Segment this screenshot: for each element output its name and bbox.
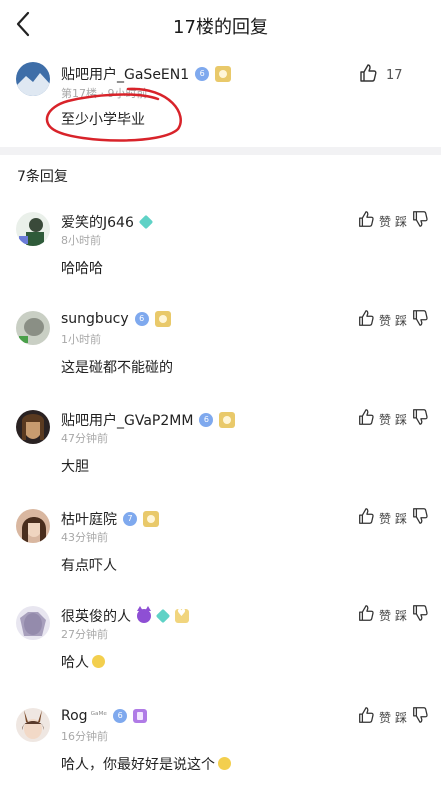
reply-actions: 赞 踩	[357, 408, 429, 430]
reply-time: 47分钟前	[61, 432, 108, 445]
emoji-icon	[218, 757, 231, 770]
reply-time: 16分钟前	[61, 730, 108, 743]
like-button[interactable]: 赞	[379, 312, 391, 329]
emoji-icon	[92, 655, 105, 668]
reply-time: 43分钟前	[61, 531, 108, 544]
level-badge: 6	[199, 413, 214, 427]
gem-badge-icon	[138, 214, 154, 230]
level-badge: 7	[123, 512, 137, 526]
reply-content: 哈人，你最好好是说这个	[61, 754, 231, 774]
dislike-button[interactable]: 踩	[395, 312, 407, 329]
username[interactable]: 枯叶庭院	[61, 509, 117, 529]
thumb-down-icon[interactable]	[411, 309, 429, 331]
like-button[interactable]: 赞	[379, 213, 391, 230]
top-bar: 17楼的回复	[0, 0, 441, 50]
level-badge: 6	[195, 67, 210, 81]
username[interactable]: 贴吧用户_GVaP2MM	[61, 410, 193, 430]
thumb-up-icon[interactable]	[357, 309, 375, 331]
red-scribble-annotation	[45, 87, 182, 142]
thumb-up-icon[interactable]	[357, 408, 375, 430]
heart-badge-icon	[175, 608, 189, 623]
dislike-button[interactable]: 踩	[395, 607, 407, 624]
gem-badge-icon	[155, 608, 171, 624]
like-button[interactable]: 赞	[379, 709, 391, 726]
member-badge-icon	[133, 709, 148, 723]
reply-content: 有点吓人	[61, 558, 117, 574]
reply-actions: 赞 踩	[357, 507, 429, 529]
list-item: 很英俊的人 27分钟前 哈人 赞 踩	[0, 599, 441, 697]
member-badge-icon	[219, 412, 236, 428]
username[interactable]: 爱笑的J646	[61, 212, 134, 232]
page-title: 17楼的回复	[173, 17, 268, 38]
dislike-button[interactable]: 踩	[395, 411, 407, 428]
dislike-button[interactable]: 踩	[395, 709, 407, 726]
thumb-down-icon[interactable]	[411, 604, 429, 626]
reply-content: 这是碰都不能碰的	[61, 360, 173, 376]
name-decoration: ᴳᵃᴹᵉ	[90, 711, 108, 721]
username[interactable]: 很英俊的人	[61, 606, 131, 626]
like-button[interactable]: 赞	[379, 607, 391, 624]
list-item: 爱笑的J646 8小时前 哈哈哈 赞 踩	[0, 205, 441, 303]
reply-actions: 赞 踩	[357, 706, 429, 728]
section-divider	[0, 147, 441, 155]
avatar[interactable]	[16, 509, 50, 543]
list-item: 贴吧用户_GVaP2MM 6 47分钟前 大胆 赞 踩	[0, 403, 441, 501]
reply-count: 7条回复	[17, 169, 68, 185]
reply-actions: 赞 踩	[357, 210, 429, 232]
level-badge: 6	[134, 312, 149, 326]
list-item: Rog ᴳᵃᴹᵉ 6 16分钟前 哈人，你最好好是说这个 赞 踩	[0, 701, 441, 799]
reply-time: 27分钟前	[61, 628, 108, 641]
list-item: sungbucy 6 1小时前 这是碰都不能碰的 赞 踩	[0, 304, 441, 402]
reply-content: 大胆	[61, 459, 89, 475]
thumb-up-icon[interactable]	[357, 706, 375, 728]
avatar[interactable]	[16, 311, 50, 345]
thumb-down-icon[interactable]	[411, 210, 429, 232]
thumb-down-icon[interactable]	[411, 408, 429, 430]
reply-actions: 赞 踩	[357, 309, 429, 331]
dislike-button[interactable]: 踩	[395, 213, 407, 230]
devil-emoji-icon	[137, 606, 151, 623]
reply-time: 8小时前	[61, 234, 101, 247]
avatar[interactable]	[16, 606, 50, 640]
reply-actions: 赞 踩	[357, 604, 429, 626]
thumb-up-icon[interactable]	[357, 604, 375, 626]
list-item: 枯叶庭院 7 43分钟前 有点吓人 赞 踩	[0, 502, 441, 600]
level-badge: 6	[113, 709, 128, 723]
thumb-up-icon[interactable]	[358, 63, 378, 87]
like-button[interactable]: 赞	[379, 510, 391, 527]
like-button[interactable]: 赞	[379, 411, 391, 428]
member-badge-icon	[154, 311, 171, 327]
member-badge-icon	[143, 511, 159, 527]
like-box[interactable]: 17	[358, 63, 403, 87]
avatar[interactable]	[16, 410, 50, 444]
reply-content: 哈人	[61, 652, 105, 672]
thumb-down-icon[interactable]	[411, 706, 429, 728]
username[interactable]: sungbucy	[61, 311, 129, 327]
thumb-up-icon[interactable]	[357, 210, 375, 232]
thumb-up-icon[interactable]	[357, 507, 375, 529]
username[interactable]: Rog	[61, 708, 88, 724]
main-post: 贴吧用户_GaSeEN1 6 第17楼 · 9小时前 至少小学毕业 17	[0, 55, 441, 147]
avatar[interactable]	[16, 212, 50, 246]
dislike-button[interactable]: 踩	[395, 510, 407, 527]
reply-content: 哈哈哈	[61, 261, 103, 277]
avatar[interactable]	[16, 708, 50, 742]
member-badge-icon	[215, 66, 232, 82]
thumb-down-icon[interactable]	[411, 507, 429, 529]
like-count: 17	[386, 67, 403, 83]
reply-time: 1小时前	[61, 333, 101, 346]
